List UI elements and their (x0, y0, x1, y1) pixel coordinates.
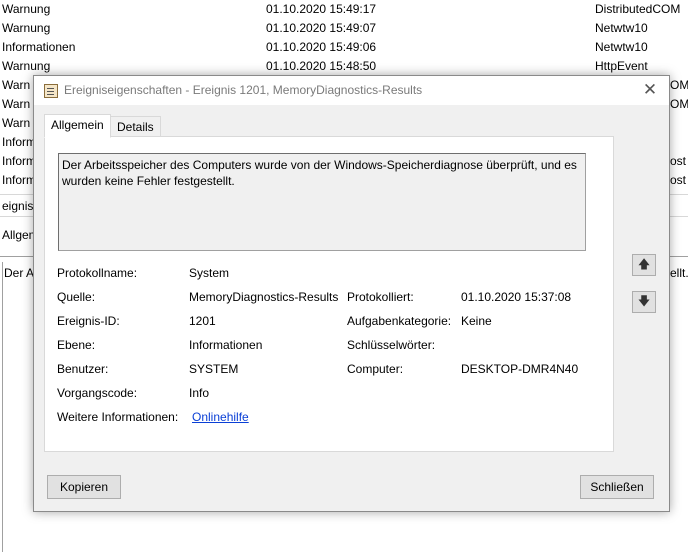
arrow-down-icon: 🡇 (637, 294, 651, 308)
user-label: Benutzer: (57, 362, 109, 376)
level-cell: Inform (2, 154, 37, 168)
source-label: Quelle: (57, 290, 96, 304)
title-bar[interactable]: Ereigniseigenschaften - Ereignis 1201, M… (34, 76, 669, 105)
keywords-label: Schlüsselwörter: (347, 338, 436, 352)
more-info-label: Weitere Informationen: (57, 410, 179, 424)
task-category-value: Keine (461, 314, 492, 328)
date-cell: 01.10.2020 15:49:17 (266, 2, 377, 16)
event-properties-dialog: Ereigniseigenschaften - Ereignis 1201, M… (33, 75, 670, 512)
copy-button[interactable]: Kopieren (47, 475, 121, 499)
table-row[interactable]: Warnung 01.10.2020 15:49:17 DistributedCOM (0, 0, 688, 19)
preview-text-partial: Der A (4, 266, 35, 280)
event-viewer-icon (44, 84, 58, 98)
date-cell: 01.10.2020 15:49:06 (266, 40, 377, 54)
event-description[interactable]: Der Arbeitsspeicher des Computers wurde … (58, 153, 586, 251)
opcode-label: Vorgangscode: (57, 386, 138, 400)
arrow-up-icon: 🡅 (637, 257, 651, 271)
level-value: Informationen (189, 338, 263, 352)
next-event-button[interactable]: 🡇 (632, 291, 656, 313)
tab-allgemein[interactable]: Allgemein (44, 114, 111, 138)
level-label: Ebene: (57, 338, 96, 352)
event-id-value: 1201 (189, 314, 216, 328)
task-category-label: Aufgabenkategorie: (347, 314, 452, 328)
level-cell: Warn (2, 78, 31, 92)
source-cell-overflow: ost (670, 154, 687, 168)
close-icon[interactable]: ✕ (639, 79, 661, 101)
date-cell: 01.10.2020 15:49:07 (266, 21, 377, 35)
log-name-value: System (189, 266, 230, 280)
user-value: SYSTEM (189, 362, 239, 376)
computer-value: DESKTOP-DMR4N40 (461, 362, 579, 376)
logged-value: 01.10.2020 15:37:08 (461, 290, 572, 304)
preview-pane-border (2, 262, 3, 552)
level-cell: Informationen (2, 40, 76, 54)
logged-label: Protokolliert: (347, 290, 414, 304)
preview-text-end: ellt. (670, 266, 688, 280)
level-cell: Warnung (2, 21, 51, 35)
previous-event-button[interactable]: 🡅 (632, 254, 656, 276)
level-cell: Inform (2, 135, 37, 149)
level-cell: Inform (2, 173, 37, 187)
source-cell: DistributedCOM (595, 2, 681, 16)
table-row[interactable]: Warnung 01.10.2020 15:48:50 HttpEvent (0, 57, 688, 76)
table-row[interactable]: Warnung 01.10.2020 15:49:07 Netwtw10 (0, 19, 688, 38)
source-cell: HttpEvent (595, 59, 648, 73)
log-name-label: Protokollname: (57, 266, 138, 280)
general-panel: Der Arbeitsspeicher des Computers wurde … (44, 136, 614, 452)
close-button[interactable]: Schließen (580, 475, 654, 499)
computer-label: Computer: (347, 362, 404, 376)
dialog-title: Ereigniseigenschaften - Ereignis 1201, M… (64, 83, 423, 97)
level-cell: Warn (2, 116, 31, 130)
table-row[interactable]: Informationen 01.10.2020 15:49:06 Netwtw10 (0, 38, 688, 57)
date-cell: 01.10.2020 15:48:50 (266, 59, 377, 73)
source-value: MemoryDiagnostics-Results (189, 290, 339, 304)
source-cell-overflow: OM (670, 78, 688, 92)
source-cell-overflow: ost (670, 173, 687, 187)
event-id-label: Ereignis-ID: (57, 314, 120, 328)
source-cell: Netwtw10 (595, 21, 648, 35)
tab-details[interactable]: Details (110, 116, 161, 138)
source-cell: Netwtw10 (595, 40, 648, 54)
opcode-value: Info (189, 386, 210, 400)
online-help-link[interactable]: Onlinehilfe (192, 410, 249, 424)
level-cell: Warnung (2, 59, 51, 73)
level-cell: Warn (2, 97, 31, 111)
source-cell-overflow: OM (670, 97, 688, 111)
level-cell: Warnung (2, 2, 51, 16)
